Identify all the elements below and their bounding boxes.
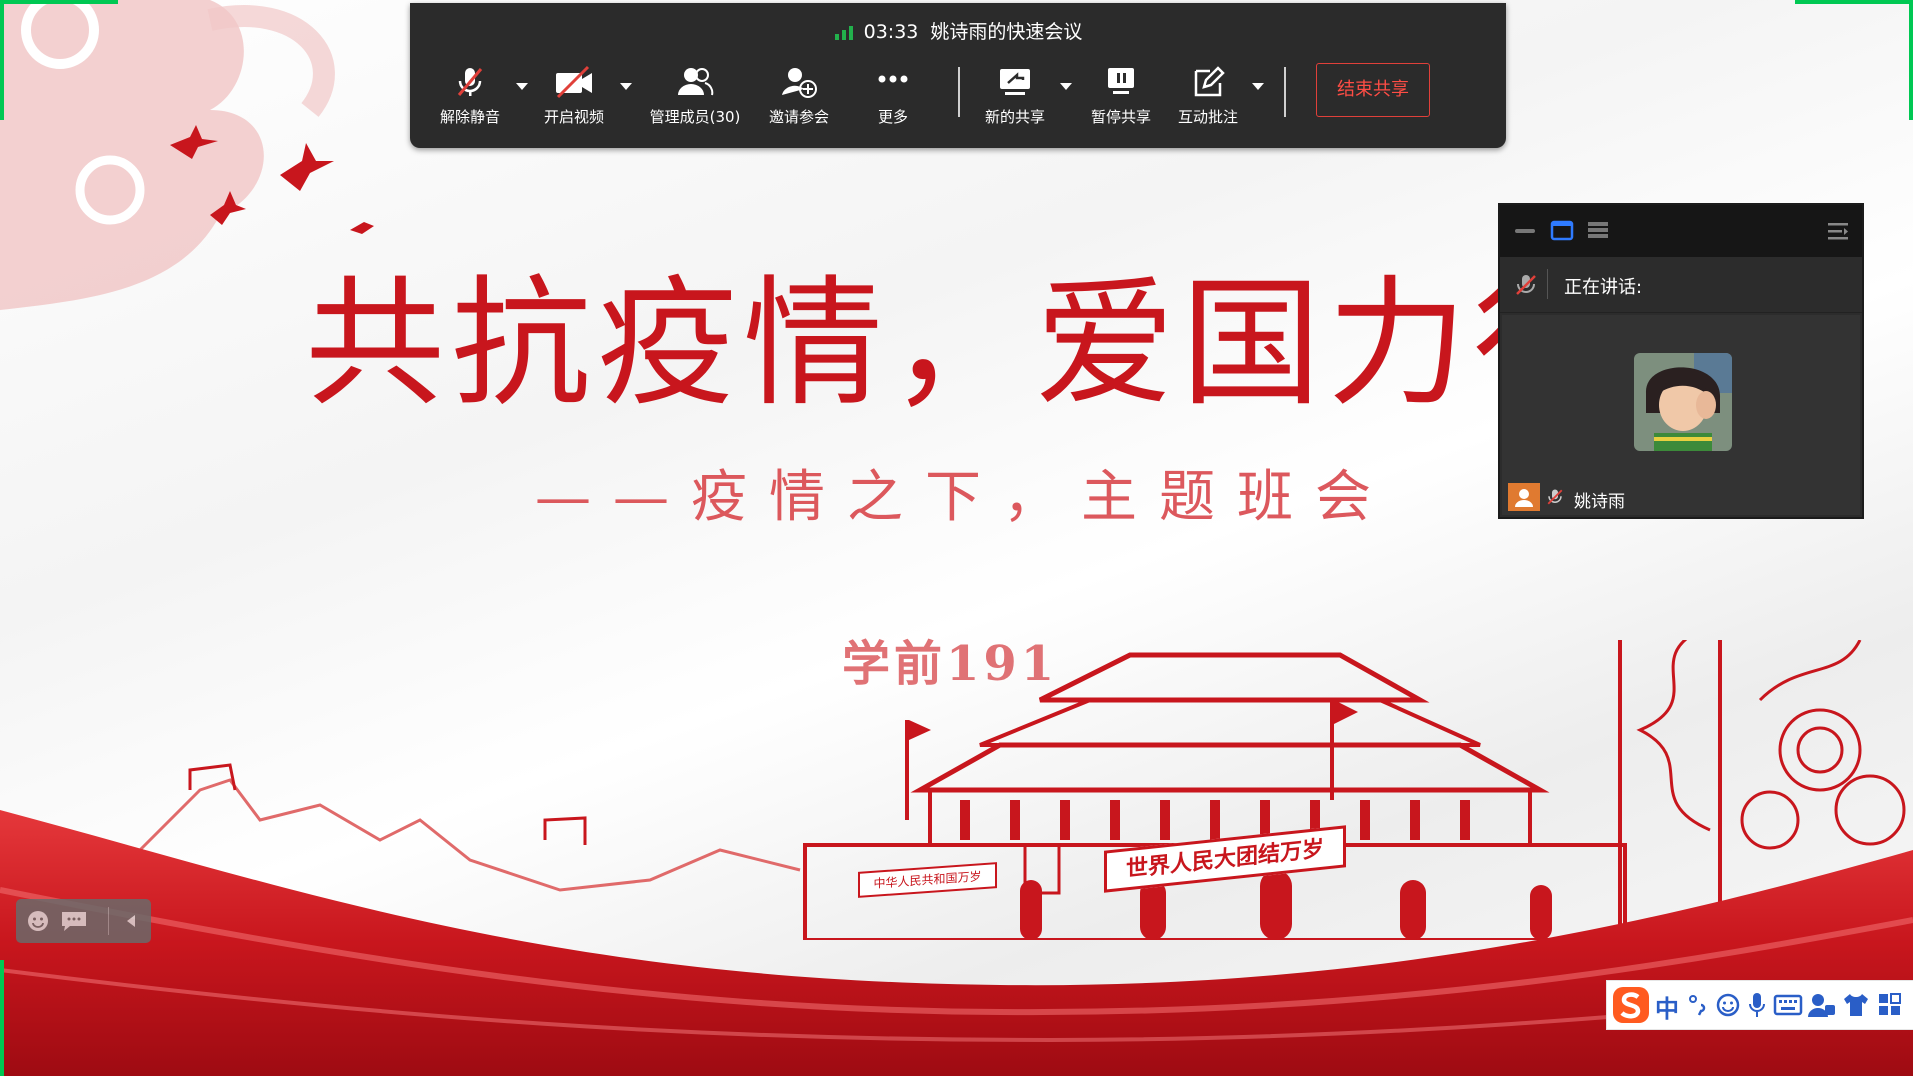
manage-members-label: 管理成员(30) — [649, 108, 741, 126]
gallery-view-icon[interactable] — [1550, 219, 1574, 241]
participant-avatar — [1634, 353, 1732, 451]
annotate-button[interactable]: 互动批注 — [1153, 65, 1263, 127]
participant-muted-icon — [1547, 489, 1563, 505]
toolbox-grid-icon[interactable] — [1877, 992, 1903, 1018]
screen: 共抗疫情，爱国力行 ——疫情之下，主题班会 学前191 中华人民共和国万岁 世界… — [0, 0, 1913, 1076]
speaking-row: 正在讲话: — [1500, 257, 1862, 313]
emoji-icon[interactable] — [26, 909, 50, 933]
user-account-icon[interactable] — [1807, 991, 1837, 1019]
participant-user-badge — [1508, 483, 1540, 511]
ime-language-toggle[interactable]: 中 — [1655, 989, 1679, 1024]
panel-menu-icon[interactable] — [1826, 221, 1850, 241]
ime-emoji-icon[interactable] — [1715, 992, 1741, 1018]
start-video-label: 开启视频 — [543, 108, 604, 126]
meeting-status: 03:33 姚诗雨的快速会议 — [410, 17, 1506, 44]
minimize-icon[interactable] — [1514, 223, 1536, 237]
manage-members-button[interactable]: 管理成员(30) — [640, 65, 750, 127]
participant-name: 姚诗雨 — [1574, 492, 1625, 512]
chat-bubble-icon[interactable] — [60, 909, 88, 933]
more-dots-icon — [878, 75, 908, 83]
meeting-timer: 03:33 — [863, 21, 919, 43]
video-options-caret[interactable] — [620, 83, 632, 90]
slide-title: 共抗疫情，爱国力行 — [305, 263, 1620, 426]
signal-strength-icon — [834, 25, 853, 40]
more-button[interactable]: 更多 — [838, 65, 948, 127]
camera-off-icon — [556, 65, 592, 99]
share-frame-corner-tl — [0, 0, 118, 4]
speaker-panel-header — [1500, 205, 1862, 257]
annotate-label: 互动批注 — [1177, 108, 1238, 126]
annotate-options-caret[interactable] — [1252, 83, 1264, 90]
ime-toolbar: 中 — [1606, 980, 1913, 1030]
end-share-button[interactable]: 结束共享 — [1316, 63, 1430, 117]
invite-user-icon — [782, 68, 817, 98]
new-share-label: 新的共享 — [984, 108, 1045, 126]
share-frame-corner-tl-v — [0, 0, 4, 120]
speaking-row-divider — [1547, 269, 1548, 299]
user-icon — [1515, 489, 1533, 507]
participant-video-tile[interactable]: 姚诗雨 — [1502, 315, 1860, 515]
pause-icon — [1108, 68, 1134, 94]
unmute-button[interactable]: 解除静音 — [415, 65, 525, 127]
voice-input-icon[interactable] — [1747, 991, 1767, 1019]
toolbar-divider-2 — [1284, 67, 1286, 117]
unmute-label: 解除静音 — [439, 108, 500, 126]
microphone-muted-icon — [457, 68, 483, 96]
skin-shirt-icon[interactable] — [1841, 991, 1871, 1019]
collapse-arrow-icon[interactable] — [124, 913, 138, 929]
punctuation-icon[interactable] — [1687, 993, 1709, 1017]
sogou-logo-icon[interactable] — [1611, 985, 1651, 1025]
meeting-title: 姚诗雨的快速会议 — [930, 21, 1083, 43]
share-screen-icon — [1000, 69, 1030, 95]
speaker-muted-icon — [1516, 275, 1536, 295]
members-icon — [678, 68, 714, 96]
keyboard-icon[interactable] — [1773, 993, 1803, 1017]
shared-slide: 共抗疫情，爱国力行 ——疫情之下，主题班会 学前191 中华人民共和国万岁 世界… — [0, 0, 1913, 1076]
speaker-panel: 正在讲话: 姚诗雨 — [1498, 203, 1864, 519]
meeting-toolbar: 03:33 姚诗雨的快速会议 解除静音 开启视频 管理成员(30) 邀请参会 更… — [410, 3, 1506, 148]
list-view-icon[interactable] — [1586, 220, 1610, 240]
red-flag-wave — [0, 810, 1913, 1076]
edit-icon — [1194, 66, 1225, 97]
slide-subtitle: ——疫情之下，主题班会 — [535, 465, 1393, 530]
start-video-button[interactable]: 开启视频 — [519, 65, 629, 127]
share-frame-corner-bl-v — [0, 960, 4, 1076]
share-frame-corner-tr — [1795, 0, 1913, 4]
chat-widget — [16, 899, 151, 943]
new-share-button[interactable]: 新的共享 — [960, 65, 1070, 127]
share-frame-corner-tr-v — [1909, 0, 1913, 120]
chat-widget-divider — [108, 907, 109, 935]
speaking-label: 正在讲话: — [1564, 277, 1643, 298]
more-label: 更多 — [877, 108, 908, 126]
